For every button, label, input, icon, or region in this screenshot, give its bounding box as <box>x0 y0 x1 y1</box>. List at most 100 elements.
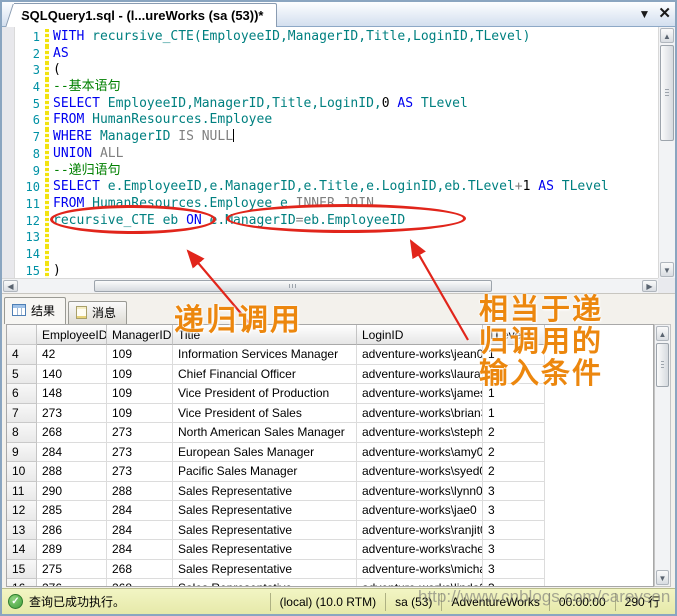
code-line[interactable]: 8UNION ALL <box>15 146 658 163</box>
table-row[interactable]: 10288273Pacific Sales Manageradventure-w… <box>7 462 653 482</box>
table-cell[interactable]: 284 <box>107 521 173 541</box>
tab-message[interactable]: 消息 <box>68 301 127 324</box>
table-cell[interactable]: Vice President of Sales <box>173 404 357 424</box>
table-cell[interactable]: Sales Representative <box>173 521 357 541</box>
table-cell[interactable]: 288 <box>107 482 173 502</box>
table-cell[interactable]: Chief Financial Officer <box>173 365 357 385</box>
scroll-up-icon[interactable]: ▲ <box>660 28 674 43</box>
table-cell[interactable]: 288 <box>37 462 107 482</box>
sql-editor[interactable]: 1WITH recursive_CTE(EmployeeID,ManagerID… <box>2 27 658 278</box>
table-cell[interactable]: adventure-works\jae0 <box>357 501 483 521</box>
code-line[interactable]: 3( <box>15 62 658 79</box>
table-cell[interactable]: adventure-works\jean0 <box>357 345 483 365</box>
table-cell[interactable]: 273 <box>107 462 173 482</box>
table-cell[interactable]: 109 <box>107 345 173 365</box>
table-row[interactable]: 14289284Sales Representativeadventure-wo… <box>7 540 653 560</box>
table-cell[interactable]: adventure-works\lynn0 <box>357 482 483 502</box>
table-cell[interactable]: 273 <box>107 443 173 463</box>
table-cell[interactable]: Sales Representative <box>173 501 357 521</box>
code-line[interactable]: 10SELECT e.EmployeeID,e.ManagerID,e.Titl… <box>15 179 658 196</box>
grid-vertical-scrollbar[interactable]: ▲ ▼ <box>654 324 671 587</box>
table-cell[interactable]: 109 <box>107 365 173 385</box>
table-row[interactable]: 442109Information Services Manageradvent… <box>7 345 653 365</box>
table-cell[interactable]: 273 <box>107 423 173 443</box>
table-cell[interactable]: 290 <box>37 482 107 502</box>
table-row[interactable]: 16276268Sales Representativeadventure-wo… <box>7 579 653 587</box>
code-line[interactable]: 1WITH recursive_CTE(EmployeeID,ManagerID… <box>15 29 658 46</box>
grid-scroll-up-icon[interactable]: ▲ <box>656 326 669 341</box>
table-cell[interactable]: 109 <box>107 384 173 404</box>
table-cell[interactable]: 2 <box>483 443 545 463</box>
grid-vscroll-thumb[interactable] <box>656 343 669 387</box>
table-cell[interactable]: Sales Representative <box>173 482 357 502</box>
scroll-right-icon[interactable]: ▶ <box>642 280 657 292</box>
document-tab[interactable]: SQLQuery1.sql - (l...ureWorks (sa (53))* <box>14 3 277 27</box>
row-number-cell[interactable]: 12 <box>7 501 37 521</box>
code-line[interactable]: 5SELECT EmployeeID,ManagerID,Title,Login… <box>15 96 658 113</box>
editor-vscroll-thumb[interactable] <box>660 45 674 141</box>
table-cell[interactable]: 1 <box>483 365 545 385</box>
table-cell[interactable]: 1 <box>483 384 545 404</box>
row-number-cell[interactable]: 6 <box>7 384 37 404</box>
table-cell[interactable]: adventure-works\stephen0 <box>357 423 483 443</box>
row-number-cell[interactable]: 9 <box>7 443 37 463</box>
close-icon[interactable]: ✕ <box>658 5 671 23</box>
table-cell[interactable]: 2 <box>483 423 545 443</box>
table-cell[interactable]: 3 <box>483 501 545 521</box>
code-line[interactable]: 7WHERE ManagerID IS NULL <box>15 129 658 146</box>
table-cell[interactable]: adventure-works\amy0 <box>357 443 483 463</box>
table-cell[interactable]: Sales Representative <box>173 579 357 587</box>
row-number-cell[interactable]: 13 <box>7 521 37 541</box>
table-cell[interactable]: 289 <box>37 540 107 560</box>
table-cell[interactable]: 268 <box>107 560 173 580</box>
row-number-cell[interactable]: 4 <box>7 345 37 365</box>
table-cell[interactable]: 273 <box>37 404 107 424</box>
breakpoint-margin[interactable] <box>2 27 15 278</box>
table-cell[interactable]: adventure-works\ranjit0 <box>357 521 483 541</box>
table-cell[interactable]: 1 <box>483 404 545 424</box>
column-header[interactable]: EmployeeID <box>37 325 107 345</box>
table-row[interactable]: 9284273European Sales Manageradventure-w… <box>7 443 653 463</box>
table-cell[interactable]: 148 <box>37 384 107 404</box>
table-row[interactable]: 6148109Vice President of Productionadven… <box>7 384 653 404</box>
table-cell[interactable]: adventure-works\michael9 <box>357 560 483 580</box>
scroll-left-icon[interactable]: ◀ <box>3 280 18 292</box>
table-cell[interactable]: adventure-works\brian3 <box>357 404 483 424</box>
code-line[interactable]: 4--基本语句 <box>15 79 658 96</box>
table-cell[interactable]: adventure-works\laura1 <box>357 365 483 385</box>
code-line[interactable]: 13 <box>15 229 658 246</box>
column-header[interactable]: ManagerID <box>107 325 173 345</box>
table-cell[interactable]: 276 <box>37 579 107 587</box>
scroll-down-icon[interactable]: ▼ <box>660 262 674 277</box>
table-cell[interactable]: 1 <box>483 345 545 365</box>
row-number-cell[interactable]: 7 <box>7 404 37 424</box>
table-cell[interactable]: European Sales Manager <box>173 443 357 463</box>
table-cell[interactable]: 2 <box>483 462 545 482</box>
code-line[interactable]: 12recursive_CTE eb ON e.ManagerID=eb.Emp… <box>15 213 658 230</box>
table-cell[interactable]: 286 <box>37 521 107 541</box>
table-cell[interactable]: North American Sales Manager <box>173 423 357 443</box>
code-line[interactable]: 6FROM HumanResources.Employee <box>15 112 658 129</box>
table-cell[interactable]: 275 <box>37 560 107 580</box>
table-cell[interactable]: 3 <box>483 540 545 560</box>
table-cell[interactable]: adventure-works\james1 <box>357 384 483 404</box>
code-line[interactable]: 9--递归语句 <box>15 163 658 180</box>
row-number-cell[interactable]: 5 <box>7 365 37 385</box>
table-cell[interactable]: 284 <box>107 501 173 521</box>
table-cell[interactable]: Sales Representative <box>173 540 357 560</box>
table-row[interactable]: 11290288Sales Representativeadventure-wo… <box>7 482 653 502</box>
tab-grid[interactable]: 结果 <box>4 297 66 324</box>
grid-scroll-down-icon[interactable]: ▼ <box>656 570 669 585</box>
table-cell[interactable]: 268 <box>37 423 107 443</box>
table-cell[interactable]: 284 <box>37 443 107 463</box>
table-row[interactable]: 7273109Vice President of Salesadventure-… <box>7 404 653 424</box>
table-cell[interactable]: Information Services Manager <box>173 345 357 365</box>
row-number-cell[interactable]: 14 <box>7 540 37 560</box>
code-line[interactable]: 11FROM HumanResources.Employee e INNER J… <box>15 196 658 213</box>
row-number-cell[interactable]: 8 <box>7 423 37 443</box>
code-line[interactable]: 15) <box>15 263 658 278</box>
table-cell[interactable]: 268 <box>107 579 173 587</box>
table-cell[interactable]: 285 <box>37 501 107 521</box>
code-line[interactable]: 2AS <box>15 46 658 63</box>
table-cell[interactable]: adventure-works\syed0 <box>357 462 483 482</box>
